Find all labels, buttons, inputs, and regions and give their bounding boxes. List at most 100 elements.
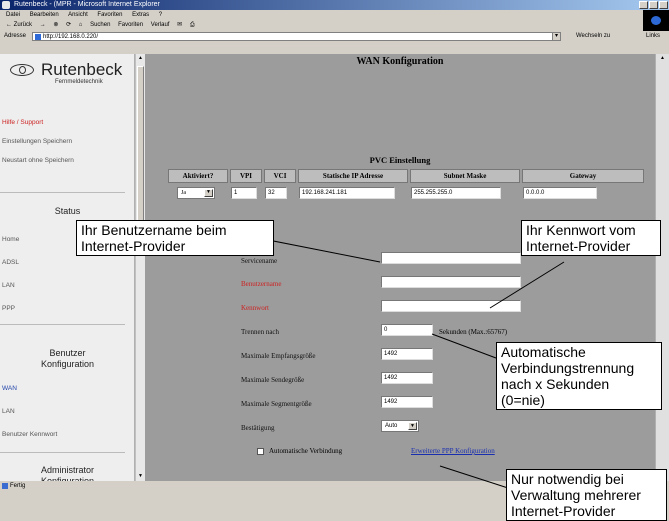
pvc-header-row: Aktiviert? VPI VCI Statische IP Adresse … xyxy=(168,169,644,183)
address-input[interactable]: http://192.168.0.220/ xyxy=(32,32,554,41)
menu-tools[interactable]: Extras xyxy=(132,12,149,18)
pvc-gateway-input[interactable]: 0.0.0.0 xyxy=(523,187,597,199)
ie-icon xyxy=(2,1,10,9)
sidebar-divider xyxy=(0,324,125,325)
autoconnect-checkbox[interactable] xyxy=(257,448,264,455)
links-button[interactable]: Links xyxy=(646,31,660,42)
scroll-up-icon[interactable]: ▲ xyxy=(658,54,667,63)
address-label: Adresse xyxy=(4,33,27,39)
sidebar-item-save-settings[interactable]: Einstellungen Speichern xyxy=(2,138,72,145)
menu-file[interactable]: Datei xyxy=(6,12,20,18)
sidebar-item-user-password[interactable]: Benutzer Kennwort xyxy=(2,431,57,438)
mru-label: Maximale Empfangsgröße xyxy=(241,352,316,360)
password-input[interactable] xyxy=(381,300,521,312)
forward-button[interactable]: → xyxy=(40,22,46,28)
windows-logo-icon xyxy=(643,10,669,31)
history-button[interactable]: Verlauf xyxy=(151,22,170,28)
pvc-active-select[interactable]: Ja ▼ xyxy=(177,187,215,199)
pvc-header-vci: VCI xyxy=(264,169,296,183)
username-label: Benutzername xyxy=(241,280,282,288)
menu-edit[interactable]: Bearbeiten xyxy=(30,12,59,18)
callout-password: Ihr Kennwort vom Internet-Provider xyxy=(521,220,661,256)
main-content: WAN Konfiguration PVC Einstellung Aktivi… xyxy=(145,54,655,481)
pvc-ip-input[interactable]: 192.168.241.181 xyxy=(299,187,395,199)
sidebar-item-restart[interactable]: Neustart ohne Speichern xyxy=(2,157,74,164)
mail-button[interactable]: ✉ xyxy=(177,22,182,28)
address-bar: Adresse http://192.168.0.220/ ▾ Wechseln… xyxy=(0,31,669,42)
sidebar-divider xyxy=(0,192,125,193)
status-bar: Fertig xyxy=(0,481,150,491)
pvc-section-title: PVC Einstellung xyxy=(369,155,431,165)
mss-label: Maximale Segmentgröße xyxy=(241,400,312,408)
go-button[interactable]: Wechseln zu xyxy=(576,31,610,42)
sidebar-item-adsl[interactable]: ADSL xyxy=(2,259,19,266)
stop-button[interactable]: ⊗ xyxy=(53,22,58,28)
main-scrollbar[interactable]: ▲ ▼ xyxy=(655,54,669,481)
menu-favorites[interactable]: Favoriten xyxy=(97,12,122,18)
pvc-row: Ja ▼ 1 32 192.168.241.181 255.255.255.0 0… xyxy=(168,185,644,201)
sidebar-item-ppp[interactable]: PPP xyxy=(2,305,15,312)
chevron-down-icon: ▼ xyxy=(408,422,417,430)
menu-bar: Datei Bearbeiten Ansicht Favoriten Extra… xyxy=(0,10,669,20)
auth-label: Bestätigung xyxy=(241,424,275,432)
sidebar-item-lan[interactable]: LAN xyxy=(2,408,15,415)
toolbar: ← Zurück → ⊗ ⟳ ⌂ Suchen Favoriten Verlau… xyxy=(0,20,643,31)
disconnect-input[interactable]: 0 xyxy=(381,324,433,336)
pvc-table: Aktiviert? VPI VCI Statische IP Adresse … xyxy=(166,167,646,203)
extended-ppp-link[interactable]: Erweiterte PPP Konfiguration xyxy=(411,447,495,455)
mru-input[interactable]: 1492 xyxy=(381,348,433,360)
rutenbeck-mark-icon xyxy=(10,64,34,76)
page-title: WAN Konfiguration xyxy=(356,56,444,67)
maximize-button[interactable] xyxy=(649,1,658,9)
mtu-input[interactable]: 1492 xyxy=(381,372,433,384)
minimize-button[interactable] xyxy=(639,1,648,9)
service-name-label: Servicename xyxy=(241,257,278,265)
pvc-header-ip: Statische IP Adresse xyxy=(298,169,408,183)
pvc-header-active: Aktiviert? xyxy=(168,169,228,183)
sidebar-heading-admin-1: Administrator xyxy=(40,465,94,475)
sidebar-scrollbar[interactable]: ▲ ▼ xyxy=(135,54,145,481)
pvc-active-value: Ja xyxy=(181,190,186,196)
sidebar-item-help[interactable]: Hilfe / Support xyxy=(2,119,43,126)
logo-subtitle: Fernmeldetechnik xyxy=(55,79,103,85)
back-button[interactable]: ← Zurück xyxy=(6,22,32,28)
scroll-up-icon[interactable]: ▲ xyxy=(137,54,144,63)
sidebar: Rutenbeck Fernmeldetechnik Hilfe / Suppo… xyxy=(0,54,135,481)
favorites-button[interactable]: Favoriten xyxy=(118,22,143,28)
autoconnect-label: Automatische Verbindung xyxy=(269,447,343,455)
sidebar-heading-user-2: Konfiguration xyxy=(40,359,95,369)
logo-name: Rutenbeck xyxy=(41,60,123,79)
pvc-vpi-input[interactable]: 1 xyxy=(231,187,257,199)
auth-select[interactable]: Auto ▼ xyxy=(381,420,419,432)
chevron-down-icon: ▼ xyxy=(204,189,213,197)
close-button[interactable] xyxy=(659,1,668,9)
scroll-down-icon[interactable]: ▼ xyxy=(137,472,144,481)
auth-value: Auto xyxy=(385,423,398,429)
sidebar-item-home[interactable]: Home xyxy=(2,236,19,243)
mss-input[interactable]: 1492 xyxy=(381,396,433,408)
window-title: Rutenbeck - (MPR - Microsoft Internet Ex… xyxy=(14,1,160,8)
window-titlebar: Rutenbeck - (MPR - Microsoft Internet Ex… xyxy=(0,0,669,10)
refresh-button[interactable]: ⟳ xyxy=(66,22,71,28)
search-button[interactable]: Suchen xyxy=(90,22,110,28)
disconnect-label: Trennen nach xyxy=(241,328,280,336)
callout-multiple: Nur notwendig bei Verwaltung mehrerer In… xyxy=(506,469,667,521)
callout-username: Ihr Benutzername beim Internet-Provider xyxy=(76,220,274,256)
sidebar-divider xyxy=(0,452,125,453)
address-dropdown-icon[interactable]: ▾ xyxy=(552,32,561,41)
print-button[interactable]: ⎙ xyxy=(190,22,195,28)
pvc-header-vpi: VPI xyxy=(230,169,262,183)
pvc-mask-input[interactable]: 255.255.255.0 xyxy=(411,187,501,199)
pvc-header-gateway: Gateway xyxy=(522,169,644,183)
menu-help[interactable]: ? xyxy=(159,12,162,18)
username-input[interactable] xyxy=(381,276,521,288)
sidebar-item-lan-status[interactable]: LAN xyxy=(2,282,15,289)
disconnect-unit: Sekunden (Max.:65767) xyxy=(439,328,508,336)
service-name-input[interactable] xyxy=(381,252,521,264)
rutenbeck-logo: Rutenbeck Fernmeldetechnik xyxy=(10,60,125,90)
callout-disconnect: Automatische Verbindungstrennung nach x … xyxy=(496,342,662,410)
sidebar-item-wan[interactable]: WAN xyxy=(2,385,17,392)
pvc-vci-input[interactable]: 32 xyxy=(265,187,287,199)
home-button[interactable]: ⌂ xyxy=(79,22,83,28)
menu-view[interactable]: Ansicht xyxy=(68,12,88,18)
